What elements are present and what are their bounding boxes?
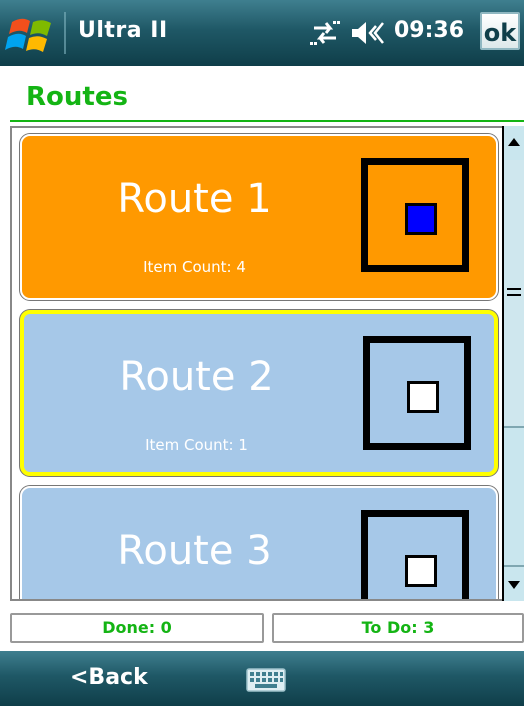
route-item[interactable]: Route 2 Item Count: 1 [20,310,498,476]
route-item-count: Item Count: 1 [145,436,248,454]
header-divider [10,120,524,122]
route-status-frame [361,158,469,272]
route-checkbox[interactable] [405,555,437,587]
todo-count: To Do: 3 [272,613,524,643]
title-divider [64,12,66,54]
keyboard-icon[interactable] [246,668,286,692]
app-title: Ultra II [78,18,168,43]
route-list: Route 1 Item Count: 4 Route 2 Item Count… [10,126,524,601]
route-checkbox[interactable] [407,381,439,413]
page-header: Routes [0,66,524,120]
volume-icon[interactable] [348,18,388,48]
connectivity-icon[interactable] [308,18,342,48]
route-item[interactable]: Route 3 [20,486,498,599]
route-name: Route 1 [117,176,272,222]
scroll-up-arrow[interactable] [504,126,524,162]
scrollbar[interactable] [502,126,524,601]
title-bar: Ultra II 09:36 ok [0,0,524,66]
route-item[interactable]: Route 1 Item Count: 4 [20,134,498,300]
clock[interactable]: 09:36 [394,18,464,43]
route-item-count: Item Count: 4 [143,258,246,276]
scroll-grip-icon [507,288,521,296]
done-count: Done: 0 [10,613,264,643]
route-name: Route 3 [117,528,272,574]
scroll-down-arrow[interactable] [504,565,524,601]
route-checkbox[interactable] [405,203,437,235]
page-title: Routes [26,82,128,112]
back-button[interactable]: <Back [70,665,148,690]
route-status-frame [361,510,469,599]
route-name: Route 2 [119,354,274,400]
scroll-thumb[interactable] [504,160,524,428]
windows-start-icon[interactable] [4,8,60,58]
route-status-frame [363,336,471,450]
softkey-bar: <Back [0,651,524,706]
ok-button[interactable]: ok [480,12,520,50]
status-row: Done: 0 To Do: 3 [0,601,524,651]
